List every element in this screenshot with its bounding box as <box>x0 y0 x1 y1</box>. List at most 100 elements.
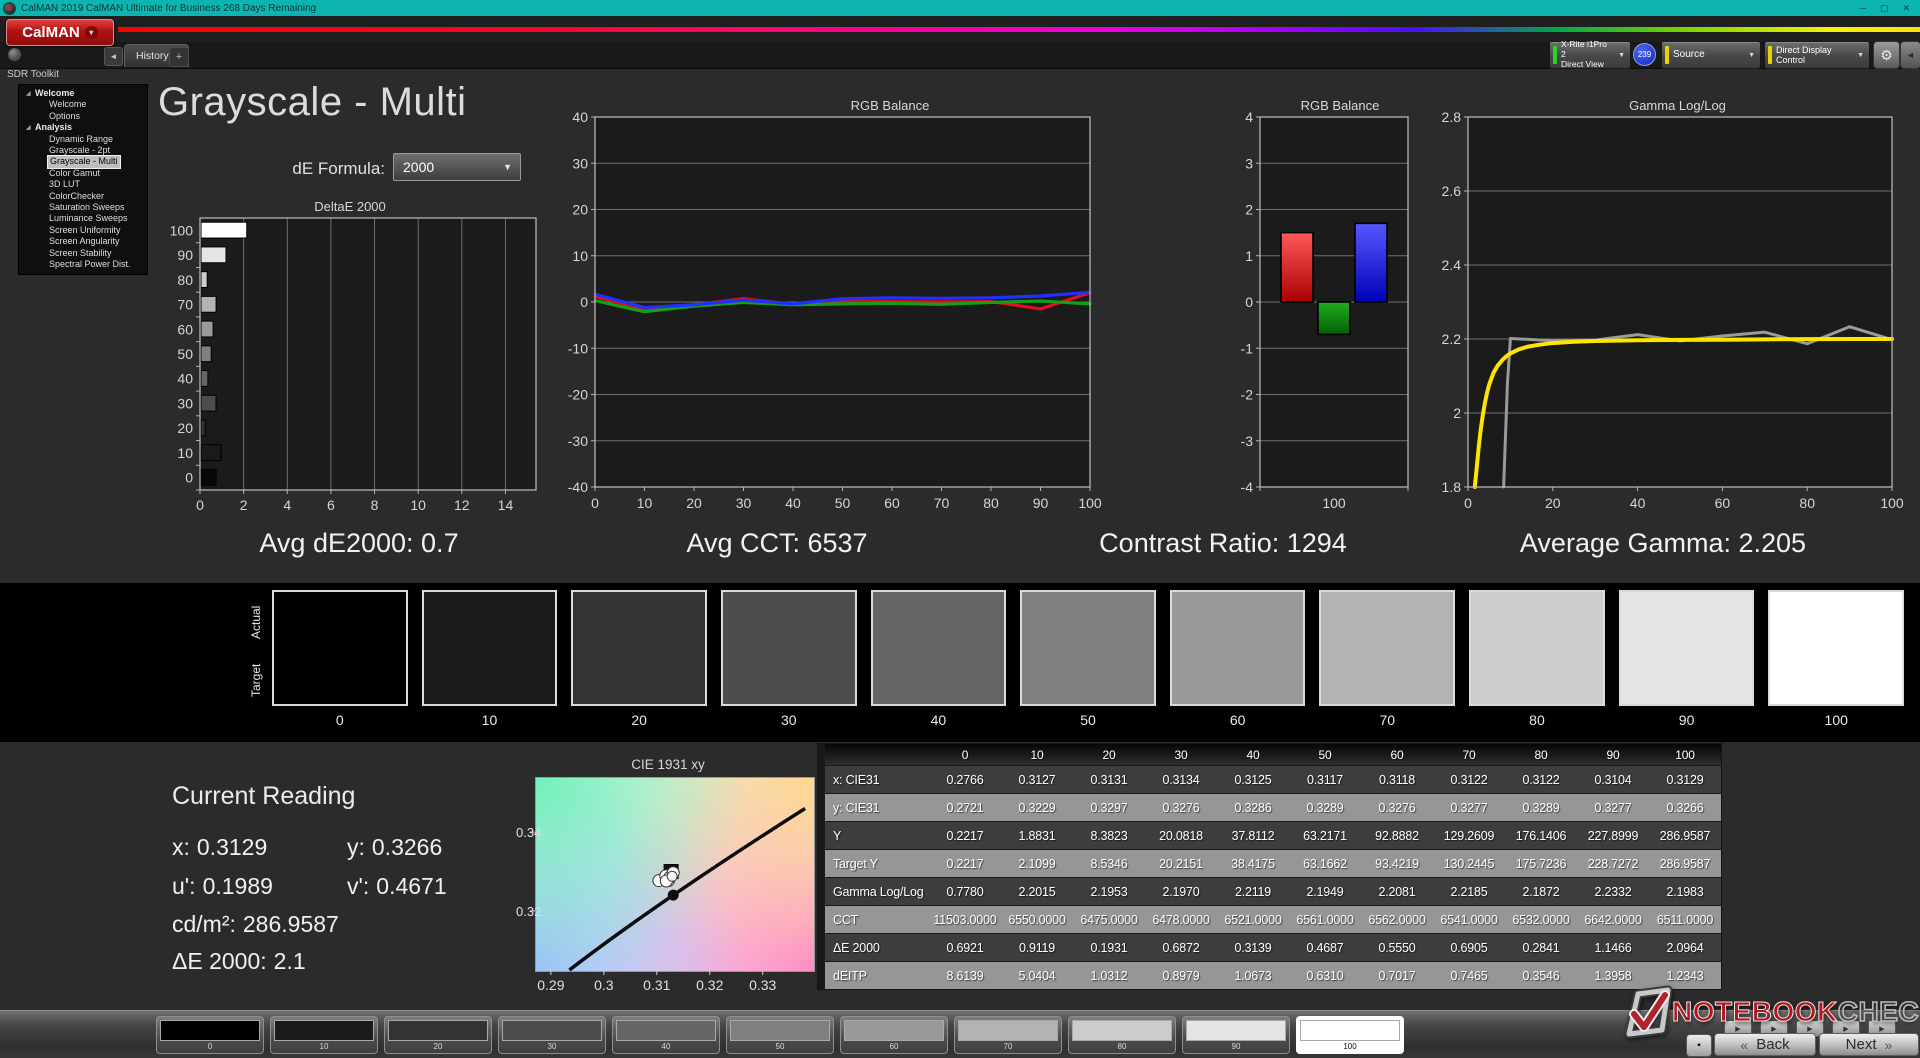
sidebar-item-color-gamut[interactable]: Color Gamut <box>19 168 147 179</box>
pattern-label: 100 <box>1300 1041 1400 1052</box>
calman-menu-button[interactable]: CalMAN ▾ <box>6 19 114 46</box>
svg-text:80: 80 <box>1799 495 1815 511</box>
stop-button[interactable]: ▪ <box>1686 1034 1712 1057</box>
table-header-cell: 20 <box>1073 744 1145 765</box>
collapse-right-icon[interactable]: ◄ <box>1900 41 1920 69</box>
table-header-cell: 80 <box>1505 744 1577 765</box>
cie-x-tick: 0.31 <box>643 977 670 993</box>
pattern-button-70[interactable]: 70 <box>954 1016 1062 1054</box>
swatch-target <box>873 648 1005 704</box>
meter-dropdown[interactable]: X-Rite i1Pro 2 Direct View ▼ <box>1549 41 1631 69</box>
pattern-button-100[interactable]: 100 <box>1296 1016 1404 1054</box>
table-header-cell: 0 <box>929 744 1001 765</box>
table-cell: 227.8999 <box>1577 822 1649 849</box>
cie-overlay <box>535 777 813 970</box>
pattern-label: 20 <box>388 1041 488 1052</box>
tree-group-welcome[interactable]: ◢Welcome <box>19 88 147 99</box>
pattern-button-60[interactable]: 60 <box>840 1016 948 1054</box>
sidebar-item-grayscale-multi[interactable]: Grayscale - Multi <box>48 156 120 167</box>
minimize-icon[interactable]: ─ <box>1860 3 1866 14</box>
table-cell: 0.9119 <box>1001 934 1073 961</box>
table-row-y-cie31: y: CIE310.27210.32290.32970.32760.32860.… <box>825 793 1721 821</box>
workflow-tree: ◢WelcomeWelcomeOptions◢AnalysisDynamic R… <box>18 84 148 275</box>
table-cell: 176.1406 <box>1505 822 1577 849</box>
swatch-actual <box>1321 592 1453 648</box>
swatch-label: 80 <box>1469 712 1605 728</box>
swatch-actual <box>723 592 855 648</box>
new-tab-button[interactable]: + <box>169 47 189 67</box>
table-header-cell: 40 <box>1217 744 1289 765</box>
table-cell: 6511.0000 <box>1649 906 1721 933</box>
sidebar-item-screen-stability[interactable]: Screen Stability <box>19 248 147 259</box>
pattern-button-50[interactable]: 50 <box>726 1016 834 1054</box>
cie-y-tick: 0.34 <box>516 825 531 840</box>
svg-text:0: 0 <box>591 495 599 511</box>
display-control-dropdown[interactable]: Direct Display Control ▼ <box>1764 41 1870 69</box>
sidebar-item-colorchecker[interactable]: ColorChecker <box>19 191 147 202</box>
pattern-button-40[interactable]: 40 <box>612 1016 720 1054</box>
sidebar-item-spectral-power-dist-[interactable]: Spectral Power Dist. <box>19 259 147 270</box>
svg-text:80: 80 <box>983 495 999 511</box>
table-cell: 6642.0000 <box>1577 906 1649 933</box>
sidebar-item-luminance-sweeps[interactable]: Luminance Sweeps <box>19 213 147 224</box>
row-label: Gamma Log/Log <box>825 878 929 905</box>
table-cell: 1.0312 <box>1073 962 1145 989</box>
table-cell: 0.3286 <box>1217 794 1289 821</box>
sidebar-item-welcome[interactable]: Welcome <box>19 99 147 110</box>
table-cell: 130.2445 <box>1433 850 1505 877</box>
svg-text:0: 0 <box>185 470 193 486</box>
table-header-cell: 70 <box>1433 744 1505 765</box>
svg-text:30: 30 <box>572 155 588 171</box>
meter-status-stripe <box>1553 46 1557 64</box>
workspace-dot-button[interactable] <box>8 48 21 61</box>
deltae-chart: 024681012140102030405060708090100 <box>160 212 540 512</box>
maximize-icon[interactable]: ▢ <box>1880 3 1889 14</box>
source-dropdown[interactable]: Source ▼ <box>1661 41 1761 69</box>
pattern-button-0[interactable]: 0 <box>156 1016 264 1054</box>
table-cell: 6521.0000 <box>1217 906 1289 933</box>
table-cell: 1.8831 <box>1001 822 1073 849</box>
swatch-actual <box>873 592 1005 648</box>
meter-mode: Direct View <box>1561 59 1604 69</box>
collapse-left-icon[interactable]: ◄ <box>104 47 123 66</box>
table-header-cell: 100 <box>1649 744 1721 765</box>
grayscale-swatch-20 <box>571 590 707 706</box>
table-cell: 0.3139 <box>1217 934 1289 961</box>
pattern-button-80[interactable]: 80 <box>1068 1016 1176 1054</box>
de-value: 2.1 <box>274 948 306 974</box>
tree-expander-icon[interactable]: ◢ <box>26 123 31 134</box>
sidebar-item-dynamic-range[interactable]: Dynamic Range <box>19 134 147 145</box>
gear-icon[interactable]: ⚙ <box>1873 41 1900 69</box>
back-button[interactable]: « Back <box>1714 1033 1816 1056</box>
svg-text:0: 0 <box>1245 294 1253 310</box>
svg-text:100: 100 <box>1322 495 1346 511</box>
tree-group-analysis[interactable]: ◢Analysis <box>19 122 147 133</box>
pattern-swatch <box>502 1020 602 1041</box>
sidebar-item-saturation-sweeps[interactable]: Saturation Sweeps <box>19 202 147 213</box>
svg-text:0: 0 <box>196 497 204 513</box>
pattern-button-90[interactable]: 90 <box>1182 1016 1290 1054</box>
stat-avg-cct: Avg CCT: 6537 <box>686 528 867 559</box>
tree-expander-icon[interactable]: ◢ <box>26 89 31 100</box>
close-icon[interactable]: ✕ <box>1902 3 1910 14</box>
next-chevrons-icon: » <box>1885 1037 1893 1053</box>
pattern-button-10[interactable]: 10 <box>270 1016 378 1054</box>
svg-text:2: 2 <box>240 497 248 513</box>
table-cell: 6550.0000 <box>1001 906 1073 933</box>
swatch-actual <box>1621 592 1753 648</box>
de-formula-dropdown[interactable]: 2000 ▼ <box>393 153 521 181</box>
svg-text:-10: -10 <box>568 340 588 356</box>
next-button[interactable]: Next » <box>1819 1033 1919 1056</box>
sidebar-item-3d-lut[interactable]: 3D LUT <box>19 179 147 190</box>
sidebar-item-screen-uniformity[interactable]: Screen Uniformity <box>19 225 147 236</box>
sidebar-item-screen-angularity[interactable]: Screen Angularity <box>19 236 147 247</box>
table-row-x-cie31: x: CIE310.27660.31270.31310.31340.31250.… <box>825 765 1721 793</box>
sidebar-item-grayscale-2pt[interactable]: Grayscale - 2pt <box>19 145 147 156</box>
table-cell: 0.3546 <box>1505 962 1577 989</box>
pattern-button-20[interactable]: 20 <box>384 1016 492 1054</box>
sidebar-item-options[interactable]: Options <box>19 111 147 122</box>
table-cell: 1.2343 <box>1649 962 1721 989</box>
swatch-target <box>573 648 705 704</box>
table-row--e-2000: ΔE 20000.69210.91190.19310.68720.31390.4… <box>825 933 1721 961</box>
pattern-button-30[interactable]: 30 <box>498 1016 606 1054</box>
